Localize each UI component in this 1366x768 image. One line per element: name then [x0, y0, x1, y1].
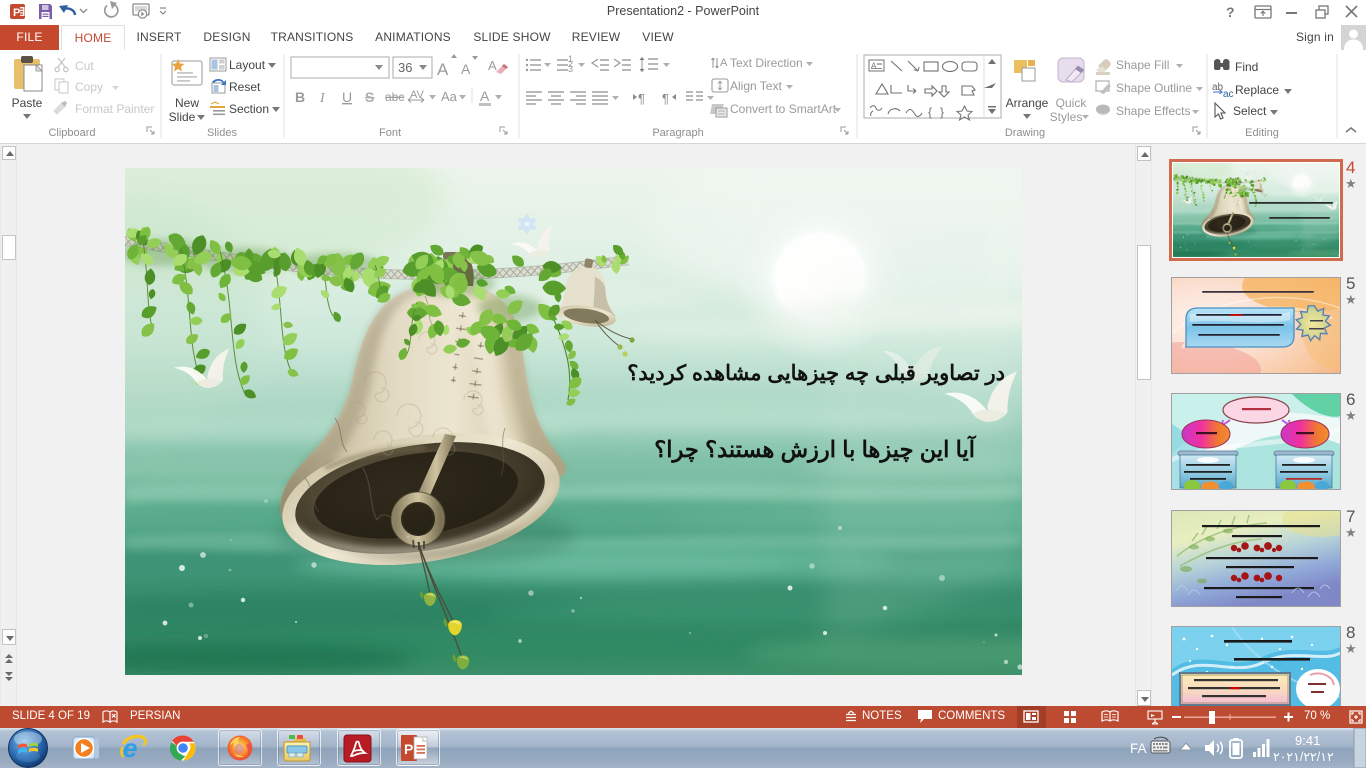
svg-text:B: B: [295, 89, 305, 105]
svg-text:Aa: Aa: [441, 89, 458, 104]
svg-text:A: A: [480, 88, 490, 104]
svg-text:Drawing: Drawing: [1005, 127, 1045, 139]
svg-text:Convert to SmartArt: Convert to SmartArt: [730, 102, 837, 116]
svg-text:abc: abc: [385, 90, 404, 104]
svg-text:Slides: Slides: [207, 127, 237, 139]
svg-text:36: 36: [398, 60, 412, 75]
svg-text:Shape Outline: Shape Outline: [1116, 81, 1192, 95]
svg-text:P: P: [404, 741, 413, 757]
svg-text:Styles: Styles: [1050, 110, 1083, 124]
svg-text:S: S: [365, 89, 374, 105]
svg-text:۲۰۲۱/۲۲/۱۲: ۲۰۲۱/۲۲/۱۲: [1273, 750, 1334, 764]
svg-text:A: A: [720, 57, 728, 69]
svg-text:Paste: Paste: [12, 96, 43, 110]
svg-text:New: New: [175, 96, 199, 110]
svg-text:FA: FA: [1130, 741, 1147, 756]
svg-text:P: P: [13, 7, 20, 19]
svg-text:Shape Fill: Shape Fill: [1116, 58, 1169, 72]
svg-text:A: A: [488, 58, 497, 73]
svg-text:Clipboard: Clipboard: [48, 127, 95, 139]
svg-text:Shape Effects: Shape Effects: [1116, 104, 1191, 118]
svg-text:A: A: [871, 62, 877, 71]
svg-text:{: {: [928, 105, 932, 119]
svg-text:Section: Section: [229, 102, 269, 116]
svg-text:}: }: [940, 105, 944, 119]
svg-text:Find: Find: [1235, 60, 1258, 74]
svg-text:Select: Select: [1233, 104, 1267, 118]
svg-text:Format Painter: Format Painter: [75, 102, 154, 116]
svg-text:Copy: Copy: [75, 80, 103, 94]
svg-text:U: U: [342, 89, 352, 105]
svg-text:Reset: Reset: [229, 80, 261, 94]
svg-text:Quick: Quick: [1056, 96, 1088, 110]
svg-text:Text Direction: Text Direction: [730, 56, 803, 70]
svg-text:Slide: Slide: [169, 110, 196, 124]
svg-text:¶: ¶: [638, 91, 645, 106]
svg-text:Align Text: Align Text: [730, 79, 782, 93]
svg-text:9:41: 9:41: [1295, 733, 1320, 748]
svg-text:Replace: Replace: [1235, 83, 1279, 97]
svg-text:ac: ac: [1223, 89, 1234, 100]
svg-text:Layout: Layout: [229, 58, 266, 72]
svg-text:Editing: Editing: [1245, 127, 1279, 139]
svg-text:I: I: [319, 91, 326, 106]
svg-text:A: A: [437, 60, 449, 79]
svg-text:Cut: Cut: [75, 59, 94, 73]
svg-text:¶: ¶: [662, 91, 669, 106]
svg-text:Font: Font: [379, 127, 401, 139]
svg-text:Arrange: Arrange: [1006, 96, 1049, 110]
svg-text:3: 3: [568, 64, 573, 74]
svg-text:A: A: [461, 61, 471, 77]
svg-text:Paragraph: Paragraph: [652, 127, 703, 139]
svg-text:?: ?: [1226, 4, 1235, 20]
